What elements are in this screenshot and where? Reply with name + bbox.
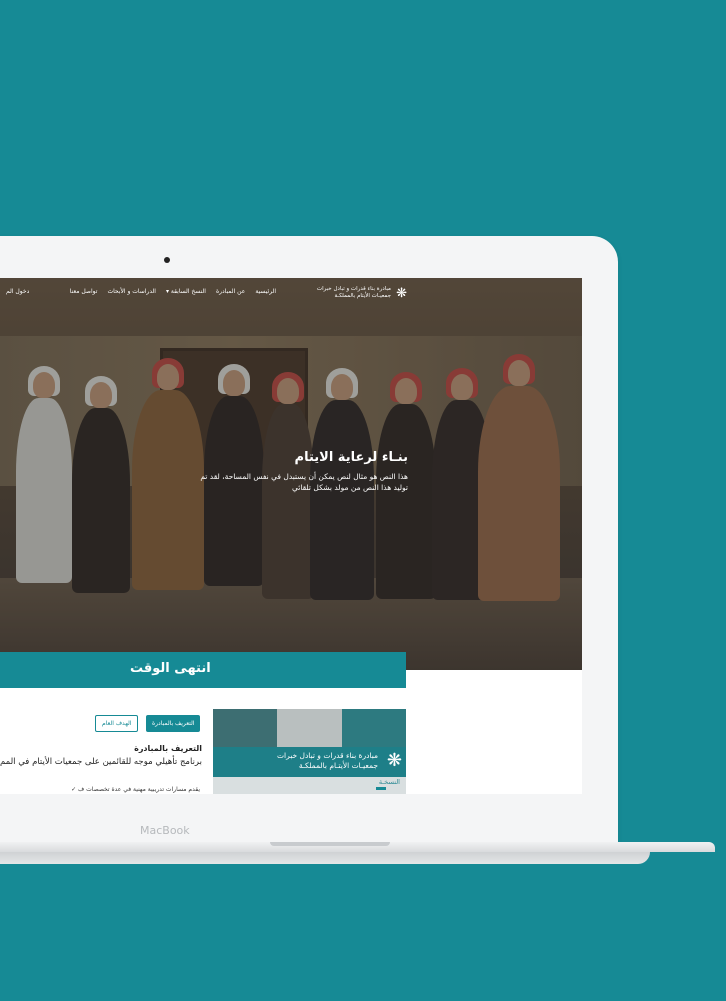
tab-goal[interactable]: الهدف العام (95, 715, 139, 732)
card-photo-strip (213, 709, 406, 747)
logo-text: مبادرة بناء قدرات و تبادل خبرات جمعيـات … (317, 286, 391, 300)
hero-section: دخول الم الرئيسية عن المبادرة النسخ السا… (0, 278, 582, 670)
hero-title: بنـاء لرعاية الايتام (294, 450, 408, 465)
nav-item-about[interactable]: عن المبادرة (216, 288, 245, 295)
laptop-brand-label: MacBook (140, 824, 190, 837)
nav-menu: الرئيسية عن المبادرة النسخ السابقة ▾ الد… (70, 288, 276, 295)
top-navigation: دخول الم الرئيسية عن المبادرة النسخ السا… (0, 278, 582, 308)
logo-snowflake-icon: ❋ (396, 286, 407, 301)
edition-card[interactable]: ❋ مبادرة بناء قدرات و تبادل خبرات جمعيـا… (213, 709, 406, 794)
card-edition-bar (376, 787, 386, 790)
section-bullet: ✓ يقدم مسارات تدريبية مهنية في عدة تخصصا… (71, 786, 200, 793)
login-link[interactable]: دخول الم (6, 288, 29, 295)
webcam (164, 257, 170, 263)
nav-item-home[interactable]: الرئيسية (255, 288, 276, 295)
hero-description: هذا النص هو مثال لنص يمكن أن يستبدل في ن… (200, 472, 408, 492)
logo-text-line1: مبادرة بناء قدرات و تبادل خبرات (316, 286, 391, 292)
countdown-label: انتهى الوقت (130, 661, 211, 676)
tab-intro[interactable]: التعريف بالمبادرة (146, 715, 201, 732)
section-description: برنامج تأهيلي موجه للقائمين على جمعيات ا… (0, 757, 202, 767)
card-photo (341, 709, 406, 747)
laptop-bezel (0, 794, 618, 842)
nav-item-previous-editions[interactable]: النسخ السابقة ▾ (166, 288, 206, 295)
card-banner-line2: جمعيـات الأيتـام بالمملكـة (298, 761, 378, 770)
card-banner: ❋ مبادرة بناء قدرات و تبادل خبرات جمعيـا… (213, 747, 406, 777)
card-photo (277, 709, 342, 747)
nav-item-studies[interactable]: الدراسات و الأبحاث (107, 288, 156, 295)
section-heading: التعريف بالمبادرة (134, 744, 202, 753)
laptop-base-bottom (0, 852, 650, 864)
site-logo[interactable]: ❋ مبادرة بناء قدرات و تبادل خبرات جمعيـا… (315, 285, 407, 303)
card-banner-line1: مبادرة بناء قدرات و تبادل خبرات (276, 751, 378, 760)
browser-screen: دخول الم الرئيسية عن المبادرة النسخ السا… (0, 278, 582, 794)
card-edition-label: النسخـة (378, 778, 400, 786)
page: { "nav": { "logo_text_line1": "مبادرة بن… (0, 0, 726, 1001)
logo-text-line2: جمعيـات الأيتام بالمملكـة (334, 293, 391, 299)
laptop-base-notch (270, 842, 390, 846)
laptop-base (0, 842, 720, 868)
card-banner-text: مبادرة بناء قدرات و تبادل خبرات جمعيـات … (277, 751, 378, 771)
nav-item-contact[interactable]: تواصل معنا (70, 288, 98, 295)
card-photo (213, 709, 278, 747)
countdown-banner: انتهى الوقت (0, 652, 406, 688)
logo-snowflake-icon: ❋ (386, 750, 402, 771)
